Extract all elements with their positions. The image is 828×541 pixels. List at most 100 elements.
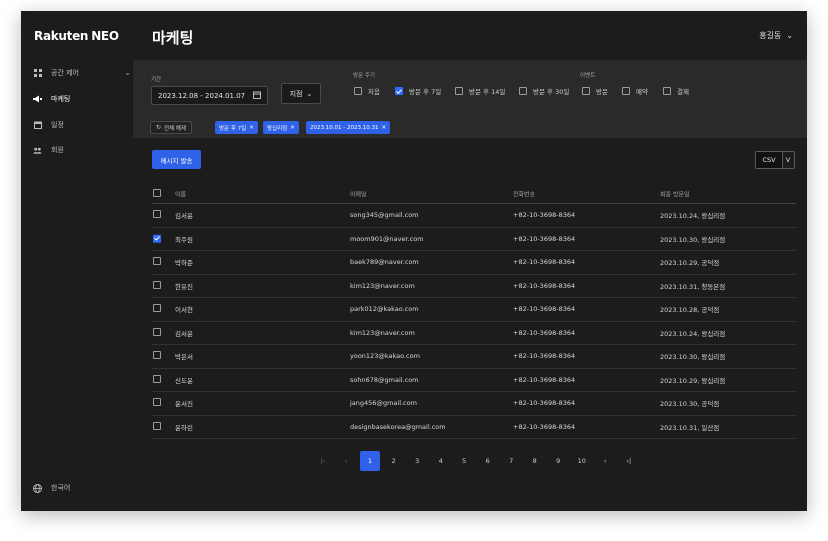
filter-panel: 기간 2023.12.08 - 2024.01.07 지점 ⌄ 방문 주기 처음… (133, 60, 807, 138)
cell-last-visit: 2023.10.30, 왕십리점 (660, 235, 726, 244)
event-option-reservation[interactable]: 예약 (622, 86, 648, 96)
row-checkbox[interactable] (153, 421, 167, 432)
app-window: Rakuten NEO 공간 제어 ⌄ 마케팅 일정 회원 한국어 마케팅 홍길… (21, 11, 807, 511)
page-4-button[interactable]: 4 (429, 451, 453, 471)
csv-extra: V (785, 156, 791, 164)
page-9-button[interactable]: 9 (547, 451, 571, 471)
visit-option-14days[interactable]: 방문 후 14일 (455, 86, 505, 96)
row-checkbox[interactable] (153, 351, 167, 361)
date-range-value: 2023.12.08 - 2024.01.07 (158, 91, 246, 100)
last-page-button[interactable]: ›| (617, 451, 641, 471)
first-page-button[interactable]: |‹ (311, 451, 335, 471)
globe-icon (33, 483, 42, 493)
header-email: 이메일 (350, 191, 367, 198)
date-range-input[interactable]: 2023.12.08 - 2024.01.07 (151, 86, 268, 105)
visit-option-7days[interactable]: 방문 후 7일 (395, 86, 441, 96)
page-10-button[interactable]: 10 (570, 451, 594, 471)
reset-filters-button[interactable]: ↻ 전체 해제 (150, 121, 193, 134)
close-icon[interactable]: ✕ (381, 125, 386, 131)
row-checkbox[interactable] (153, 257, 167, 267)
chip-label: 방문 후 7일 (219, 125, 247, 132)
csv-label: CSV (756, 152, 783, 168)
cell-phone: +82-10-3698-8364 (513, 399, 576, 408)
cell-phone: +82-10-3698-8364 (513, 328, 576, 337)
filter-chip[interactable]: 2023.10.01 - 2023.10.31 ✕ (306, 121, 391, 134)
grid-icon (33, 69, 42, 78)
visit-option-30days[interactable]: 방문 후 30일 (519, 86, 569, 96)
sidebar-item-schedule[interactable]: 일정 (33, 117, 129, 133)
page-5-button[interactable]: 5 (453, 451, 477, 471)
table-row[interactable]: 김서윤 song345@gmail.com +82-10-3698-8364 2023… (152, 204, 796, 228)
table-row[interactable]: 최주원 moom901@naver.com +82-10-3698-8364 2023… (152, 228, 796, 251)
cell-phone: +82-10-3698-8364 (513, 422, 576, 431)
language-selector[interactable]: 한국어 (33, 481, 70, 495)
cell-name: 김서윤 (175, 329, 193, 338)
table-row[interactable]: 이서현 park012@kakao.com +82-10-3698-8364 2023… (152, 298, 796, 322)
page-2-button[interactable]: 2 (382, 451, 406, 471)
row-checkbox[interactable] (153, 327, 167, 338)
cell-phone: +82-10-3698-8364 (513, 281, 576, 290)
cell-email: kim123@naver.com (350, 328, 415, 337)
checkbox[interactable] (519, 87, 527, 95)
calendar-icon (33, 121, 42, 130)
row-checkbox[interactable] (153, 374, 167, 385)
table-row[interactable]: 한유진 kim123@naver.com +82-10-3698-8364 2023.… (152, 275, 796, 298)
checkbox[interactable] (354, 87, 362, 95)
close-icon[interactable]: ✕ (290, 125, 295, 131)
cell-last-visit: 2023.10.31, 일산점 (660, 423, 720, 432)
checkbox-checked[interactable] (395, 87, 403, 95)
table-body: 김서윤 song345@gmail.com +82-10-3698-8364 2023… (152, 204, 796, 439)
row-checkbox[interactable] (153, 398, 167, 408)
cell-phone: +82-10-3698-8364 (513, 305, 576, 314)
next-page-button[interactable]: › (594, 451, 618, 471)
store-select-value: 지점 (289, 89, 303, 98)
cell-email: moom901@naver.com (350, 234, 424, 243)
row-checkbox[interactable] (153, 210, 167, 220)
header-phone: 전화번호 (513, 191, 536, 198)
sidebar-item-space-control[interactable]: 공간 제어 ⌄ (33, 65, 131, 81)
table-row[interactable]: 김서윤 kim123@naver.com +82-10-3698-8364 2023.… (152, 322, 796, 345)
page-6-button[interactable]: 6 (476, 451, 500, 471)
page-1-button[interactable]: 1 (360, 451, 380, 471)
row-checkbox[interactable] (153, 234, 167, 244)
sidebar-item-members[interactable]: 회원 (33, 142, 129, 158)
store-select[interactable]: 지점 ⌄ (281, 83, 321, 104)
event-option-visit[interactable]: 방문 (582, 86, 608, 96)
sidebar-item-marketing[interactable]: 마케팅 (33, 91, 129, 107)
page-8-button[interactable]: 8 (523, 451, 547, 471)
checkbox[interactable] (622, 87, 630, 95)
cell-phone: +82-10-3698-8364 (513, 211, 576, 220)
close-icon[interactable]: ✕ (249, 125, 254, 131)
checkbox[interactable] (582, 87, 590, 95)
table-row[interactable]: 윤서진 jang456@gmail.com +82-10-3698-8364 2023… (152, 392, 796, 416)
csv-export-button[interactable]: CSV V (755, 151, 795, 169)
event-option-payment[interactable]: 결제 (663, 86, 689, 96)
cell-name: 이서현 (175, 306, 193, 315)
checkbox[interactable] (663, 87, 671, 95)
user-menu[interactable]: 홍길동 ⌄ (759, 30, 793, 41)
select-all-checkbox[interactable] (153, 188, 167, 199)
row-checkbox[interactable] (153, 280, 167, 291)
table-row[interactable]: 박은서 yoon123@kakao.com +82-10-3698-8364 2023… (152, 345, 796, 369)
filter-chip[interactable]: 방문 후 7일 ✕ (215, 121, 258, 134)
send-message-button[interactable]: 메시지 발송 (152, 150, 201, 169)
row-checkbox[interactable] (153, 304, 167, 314)
table-row[interactable]: 윤하린 designbasekorea@gmail.com +82-10-3698-… (152, 416, 796, 439)
checkbox[interactable] (455, 87, 463, 95)
reset-label: 전체 해제 (164, 125, 187, 132)
filter-chip[interactable]: 왕십리점 ✕ (263, 121, 299, 134)
cell-last-visit: 2023.10.30, 왕십리점 (660, 353, 726, 362)
cell-last-visit: 2023.10.24, 왕십리점 (660, 329, 726, 338)
page-3-button[interactable]: 3 (406, 451, 430, 471)
calendar-icon (253, 91, 261, 101)
checkbox-label: 방문 후 14일 (469, 88, 506, 96)
cell-last-visit: 2023.10.28, 공덕점 (660, 306, 720, 315)
cell-name: 박은서 (175, 353, 193, 362)
table-row[interactable]: 신도윤 sohn678@gmail.com +82-10-3698-8364 2023… (152, 369, 796, 392)
header-name: 이름 (175, 191, 187, 198)
prev-page-button[interactable]: ‹ (335, 451, 359, 471)
visit-option-first[interactable]: 처음 (354, 86, 380, 96)
sidebar-item-label: 일정 (51, 121, 64, 129)
table-row[interactable]: 박하준 baek789@naver.com +82-10-3698-8364 2023… (152, 251, 796, 275)
page-7-button[interactable]: 7 (500, 451, 524, 471)
